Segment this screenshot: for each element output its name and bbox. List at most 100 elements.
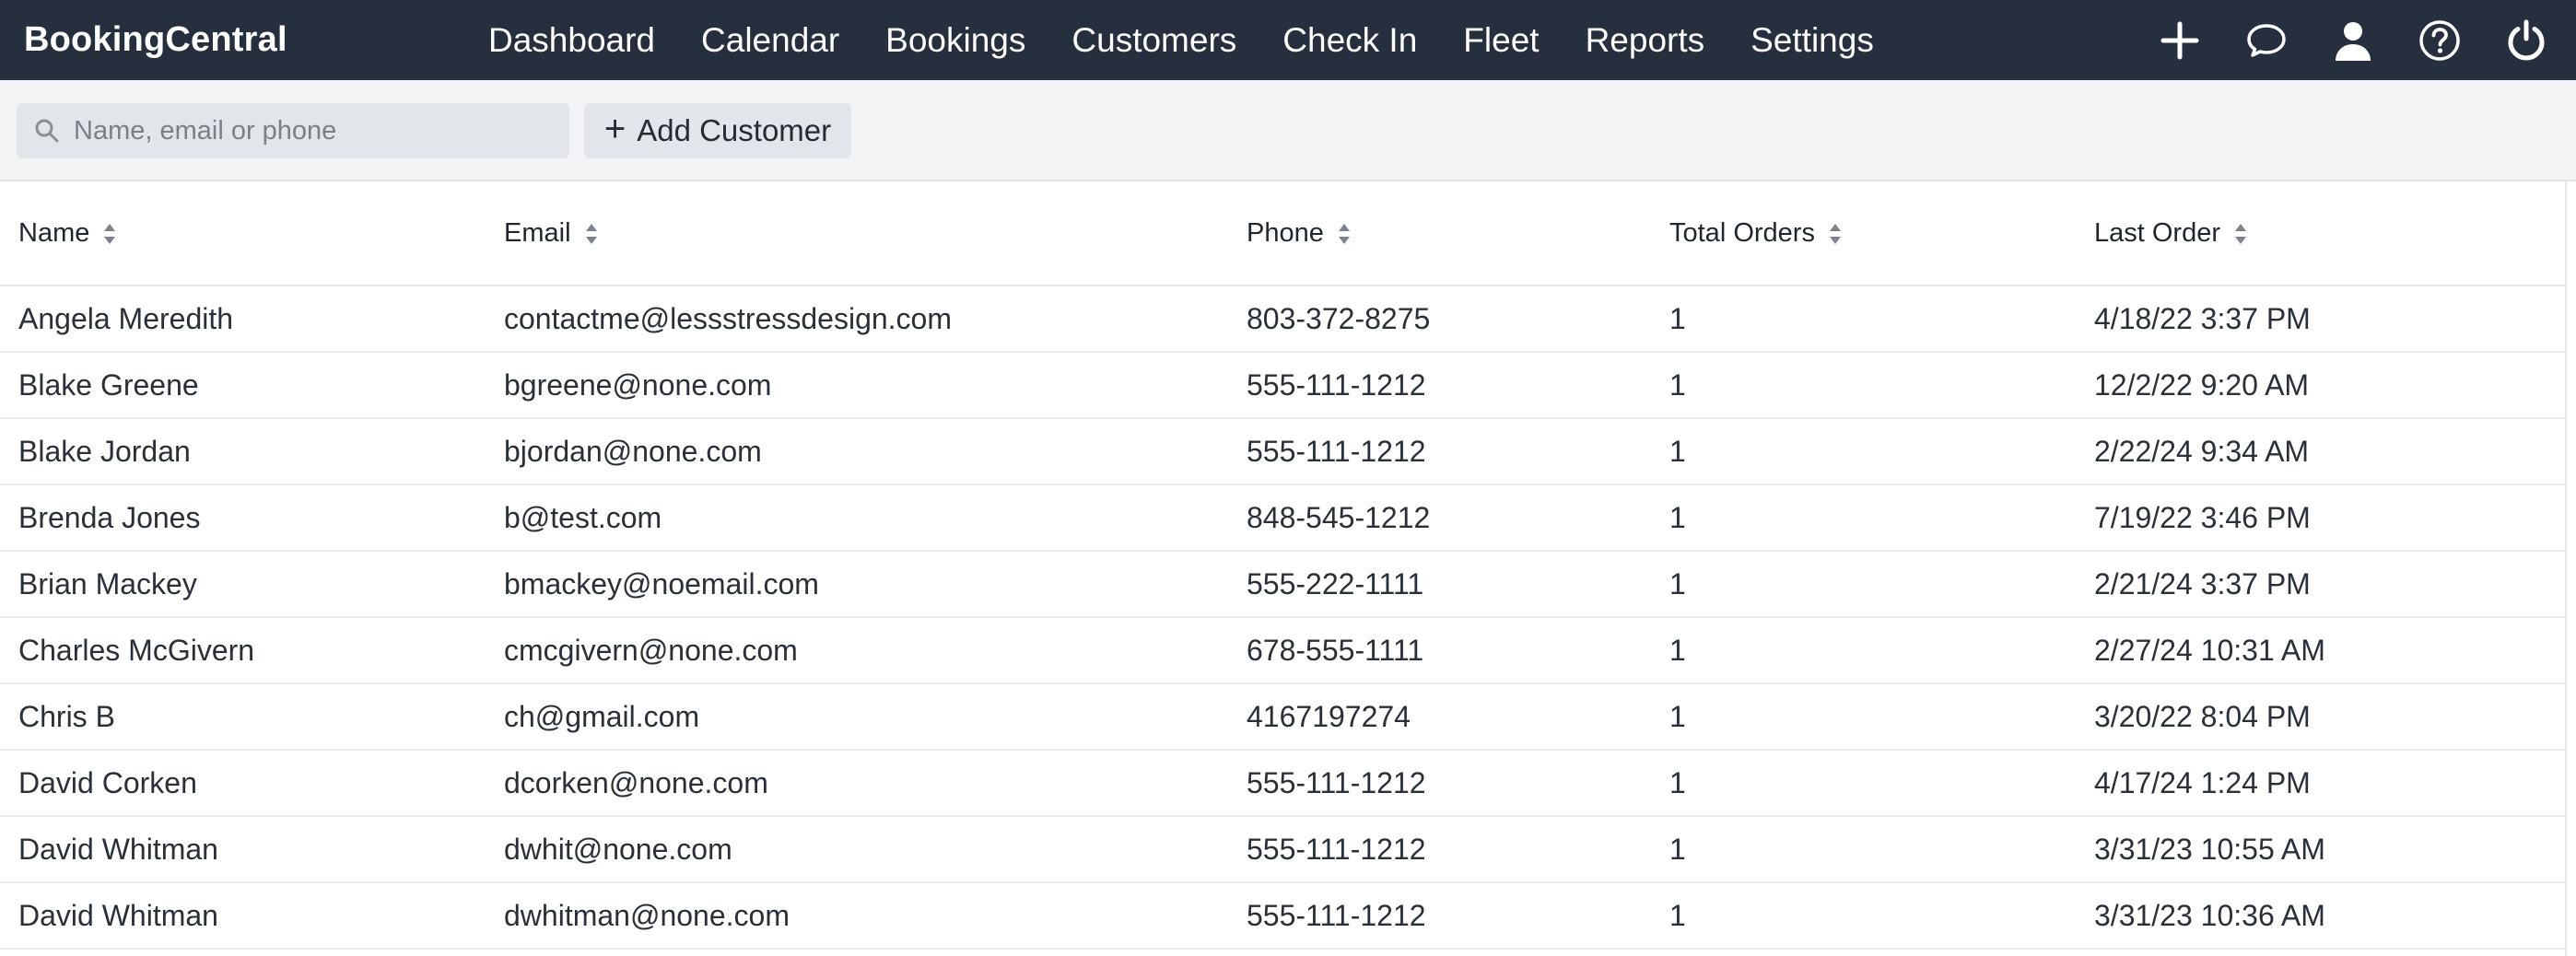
chat-bubble-icon[interactable] xyxy=(2242,17,2290,64)
column-header-label: Total Orders xyxy=(1669,217,1815,248)
cell-email: dwhit@none.com xyxy=(486,816,1228,883)
nav-settings[interactable]: Settings xyxy=(1751,21,1874,60)
cell-last-order: 3/20/22 8:04 PM xyxy=(2076,683,2565,751)
table-row[interactable]: David Whitman dwhit@none.com 555-111-1212 1… xyxy=(0,816,2565,883)
cell-phone: 555-111-1212 xyxy=(1228,816,1651,883)
column-header-last-order[interactable]: Last Order xyxy=(2076,181,2565,286)
cell-email: bmackey@noemail.com xyxy=(486,551,1228,618)
table-row[interactable]: Charles McGivern cmcgivern@none.com 678-55… xyxy=(0,617,2565,684)
cell-total-orders: 1 xyxy=(1651,617,2076,684)
column-header-phone[interactable]: Phone xyxy=(1228,181,1651,286)
table-row[interactable]: Chris Bch@gmail.com 4167197274 1 3/20/22 8:… xyxy=(0,683,2565,751)
cell-phone: 555-111-1212 xyxy=(1228,882,1651,950)
user-icon[interactable] xyxy=(2329,17,2377,64)
add-customer-button[interactable]: + Add Customer xyxy=(584,103,851,158)
cell-total-orders: 1 xyxy=(1651,484,2076,552)
cell-email: cmcgivern@none.com xyxy=(486,617,1228,684)
customers-table-container[interactable]: Name Email Phone Total Orders Last Order Ang… xyxy=(0,181,2567,956)
table-row[interactable]: Angela Meredith contactme@lessstressdesig… xyxy=(0,286,2565,353)
help-icon[interactable] xyxy=(2416,17,2464,64)
cell-last-order: 7/19/22 3:46 PM xyxy=(2076,484,2565,552)
cell-total-orders: 1 xyxy=(1651,352,2076,419)
cell-total-orders: 1 xyxy=(1651,286,2076,353)
top-navbar: BookingCentral Dashboard Calendar Bookin… xyxy=(0,0,2576,80)
cell-email: bjordan@none.com xyxy=(486,418,1228,485)
column-header-label: Phone xyxy=(1247,217,1324,248)
cell-name: Brenda Jones xyxy=(0,484,486,552)
cell-email: dwhitman@none.com xyxy=(486,882,1228,950)
cell-last-order: 3/31/23 10:55 AM xyxy=(2076,816,2565,883)
nav-reports[interactable]: Reports xyxy=(1586,21,1705,60)
cell-name: David Whitman xyxy=(0,816,486,883)
plus-icon[interactable] xyxy=(2156,17,2204,64)
nav-customers[interactable]: Customers xyxy=(1071,21,1236,60)
table-row[interactable]: David Corken dcorken@none.com 555-111-1212… xyxy=(0,750,2565,817)
nav-dashboard[interactable]: Dashboard xyxy=(488,21,655,60)
sort-icon[interactable] xyxy=(584,222,599,246)
column-header-label: Name xyxy=(18,217,90,248)
cell-phone: 803-372-8275 xyxy=(1228,286,1651,353)
cell-last-order: 3/31/23 10:36 AM xyxy=(2076,882,2565,950)
cell-email: ch@gmail.com xyxy=(486,683,1228,751)
search-box[interactable] xyxy=(17,103,569,158)
cell-last-order: 2/27/24 10:31 AM xyxy=(2076,617,2565,684)
sort-icon[interactable] xyxy=(102,222,117,246)
nav-check-in[interactable]: Check In xyxy=(1282,21,1417,60)
column-header-name[interactable]: Name xyxy=(0,181,486,286)
top-icon-group xyxy=(2156,0,2550,80)
nav-bookings[interactable]: Bookings xyxy=(885,21,1025,60)
cell-email: contactme@lessstressdesign.com xyxy=(486,286,1228,353)
cell-name: Blake Jordan xyxy=(0,418,486,485)
cell-last-order: 4/17/24 1:24 PM xyxy=(2076,750,2565,817)
cell-total-orders: 1 xyxy=(1651,750,2076,817)
power-icon[interactable] xyxy=(2502,17,2550,64)
add-customer-label: Add Customer xyxy=(637,113,832,147)
toolbar: + Add Customer xyxy=(0,80,2576,181)
cell-name: Chris B xyxy=(0,683,486,751)
cell-name: David Whitman xyxy=(0,882,486,950)
column-header-label: Email xyxy=(504,217,571,248)
nav-calendar[interactable]: Calendar xyxy=(701,21,839,60)
cell-name: David Corken xyxy=(0,750,486,817)
table-header-row: Name Email Phone Total Orders Last Order xyxy=(0,181,2565,286)
search-input[interactable] xyxy=(72,114,555,147)
column-header-label: Last Order xyxy=(2094,217,2220,248)
cell-name: Angela Meredith xyxy=(0,286,486,353)
cell-name: Brian Mackey xyxy=(0,551,486,618)
customers-table: Name Email Phone Total Orders Last Order Ang… xyxy=(0,181,2565,950)
cell-phone: 678-555-1111 xyxy=(1228,617,1651,684)
cell-last-order: 2/22/24 9:34 AM xyxy=(2076,418,2565,485)
column-header-total-orders[interactable]: Total Orders xyxy=(1651,181,2076,286)
cell-email: dcorken@none.com xyxy=(486,750,1228,817)
cell-phone: 555-111-1212 xyxy=(1228,352,1651,419)
cell-email: b@test.com xyxy=(486,484,1228,552)
brand-logo[interactable]: BookingCentral xyxy=(24,0,287,80)
cell-name: Charles McGivern xyxy=(0,617,486,684)
table-row[interactable]: David Whitman dwhitman@none.com 555-111-12… xyxy=(0,882,2565,950)
main-nav: Dashboard Calendar Bookings Customers Ch… xyxy=(488,0,1920,80)
search-icon xyxy=(35,119,59,143)
cell-email: bgreene@none.com xyxy=(486,352,1228,419)
cell-name: Blake Greene xyxy=(0,352,486,419)
table-row[interactable]: Blake Jordan bjordan@none.com 555-111-1212… xyxy=(0,418,2565,485)
plus-icon: + xyxy=(603,109,626,149)
cell-total-orders: 1 xyxy=(1651,882,2076,950)
table-row[interactable]: Brenda Jones b@test.com 848-545-1212 1 7/19/… xyxy=(0,484,2565,552)
sort-icon[interactable] xyxy=(2233,222,2248,246)
cell-last-order: 4/18/22 3:37 PM xyxy=(2076,286,2565,353)
cell-total-orders: 1 xyxy=(1651,551,2076,618)
cell-phone: 555-222-1111 xyxy=(1228,551,1651,618)
sort-icon[interactable] xyxy=(1337,222,1352,246)
cell-phone: 555-111-1212 xyxy=(1228,750,1651,817)
sort-icon[interactable] xyxy=(1828,222,1843,246)
cell-last-order: 2/21/24 3:37 PM xyxy=(2076,551,2565,618)
cell-total-orders: 1 xyxy=(1651,816,2076,883)
cell-phone: 848-545-1212 xyxy=(1228,484,1651,552)
nav-fleet[interactable]: Fleet xyxy=(1463,21,1539,60)
table-row[interactable]: Brian Mackey bmackey@noemail.com 555-222-1… xyxy=(0,551,2565,618)
cell-total-orders: 1 xyxy=(1651,683,2076,751)
table-row[interactable]: Blake Greene bgreene@none.com 555-111-1212… xyxy=(0,352,2565,419)
cell-phone: 4167197274 xyxy=(1228,683,1651,751)
cell-total-orders: 1 xyxy=(1651,418,2076,485)
column-header-email[interactable]: Email xyxy=(486,181,1228,286)
